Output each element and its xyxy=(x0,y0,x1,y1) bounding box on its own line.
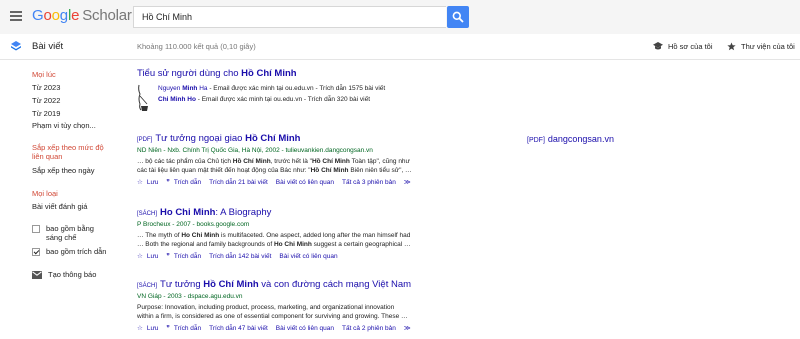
checkbox-checked xyxy=(32,248,40,256)
type-any[interactable]: Mọi loại xyxy=(32,189,58,198)
all-versions-link[interactable]: Tất cả 2 phiên bản xyxy=(342,325,396,332)
user-profiles-block: Tiểu sử người dùng cho Hồ Chí Minh Nguye… xyxy=(137,68,457,111)
cite-link[interactable]: Trích dẫn xyxy=(174,325,201,332)
result-meta: ND Niên - Nxb. Chính Trị Quốc Gia, Hà Nộ… xyxy=(137,147,373,154)
save-link[interactable]: Lưu xyxy=(147,179,159,186)
result-type-tag: [SÁCH] xyxy=(137,283,158,289)
profile-line-1: Nguyen Minh Ha - Email được xác minh tại… xyxy=(158,85,386,92)
profile-line-2: Chi Minh Ho - Email được xác minh tại ou… xyxy=(158,96,371,103)
more-chevron-icon[interactable]: ≫ xyxy=(404,324,411,332)
google-scholar-logo[interactable]: Google Scholar xyxy=(32,7,132,24)
result-snippet: … bộ các tác phẩm của Chủ tịch Hồ Chí Mi… xyxy=(137,158,412,174)
save-star-icon[interactable]: ☆ xyxy=(137,178,143,186)
type-review-articles[interactable]: Bài viết đánh giá xyxy=(32,202,87,211)
save-link[interactable]: Lưu xyxy=(147,253,159,260)
search-input[interactable] xyxy=(134,7,446,27)
related-articles-link[interactable]: Bài viết có liên quan xyxy=(279,253,337,260)
user-profiles-title[interactable]: Tiểu sử người dùng cho Hồ Chí Minh xyxy=(137,68,457,79)
sort-by-relevance[interactable]: Sắp xếp theo mức độ liên quan xyxy=(32,143,104,161)
save-star-icon[interactable]: ☆ xyxy=(137,252,143,260)
result-snippet: … The myth of Ho Chi Minh is multifacete… xyxy=(137,232,411,248)
include-citations-checkbox[interactable]: bao gồm trích dẫn xyxy=(32,247,106,256)
result-title-link[interactable]: [PDF] Tư tưởng ngoại giao Hồ Chí Minh xyxy=(137,133,457,144)
results-count: Khoảng 110.000 kết quả (0,10 giây) xyxy=(137,42,256,51)
filter-since-2023[interactable]: Từ 2023 xyxy=(32,83,60,92)
cite-link[interactable]: Trích dẫn xyxy=(174,253,201,260)
result-type-tag: [PDF] xyxy=(137,137,153,143)
menu-icon[interactable] xyxy=(10,11,22,21)
results-toolbar: Bài viết Khoảng 110.000 kết quả (0,10 gi… xyxy=(0,34,800,60)
save-star-icon[interactable]: ☆ xyxy=(137,324,143,332)
result-meta: VN Giáp - 2003 - dspace.agu.edu.vn xyxy=(137,293,243,300)
cite-link[interactable]: Trích dẫn xyxy=(174,179,201,186)
result-type-tag: [SÁCH] xyxy=(137,211,158,217)
filter-any-time[interactable]: Mọi lúc xyxy=(32,70,56,79)
graduation-cap-icon xyxy=(653,42,663,50)
cite-quote-icon[interactable]: ❞ xyxy=(166,252,170,260)
filter-since-2022[interactable]: Từ 2022 xyxy=(32,96,60,105)
filter-custom-range[interactable]: Phạm vi tùy chọn... xyxy=(32,121,96,130)
search-box xyxy=(133,6,446,28)
related-articles-link[interactable]: Bài viết có liên quan xyxy=(276,179,334,186)
cited-by-link[interactable]: Trích dẫn 142 bài viết xyxy=(209,253,271,260)
create-alert-link[interactable]: Tạo thông báo xyxy=(32,270,96,279)
my-profile-link[interactable]: Hồ sơ của tôi xyxy=(653,42,713,51)
cited-by-link[interactable]: Trích dẫn 21 bài viết xyxy=(209,179,268,186)
articles-label: Bài viết xyxy=(32,41,64,52)
cite-quote-icon[interactable]: ❞ xyxy=(166,178,170,186)
search-icon xyxy=(452,11,464,23)
all-versions-link[interactable]: Tất cả 3 phiên bản xyxy=(342,179,396,186)
result-actions: ☆ Lưu ❞ Trích dẫn Trích dẫn 142 bài viết… xyxy=(137,252,457,261)
result-title-link[interactable]: [SÁCH] Tư tưởng Hồ Chí Minh và con đường … xyxy=(137,279,457,290)
search-result: [SÁCH] Ho Chi Minh: A Biography P Brocheu… xyxy=(137,207,457,260)
articles-icon xyxy=(11,41,21,51)
result-meta: P Brocheux - 2007 - books.google.com xyxy=(137,221,250,228)
pdf-side-link[interactable]: [PDF] dangcongsan.vn xyxy=(527,134,614,144)
result-snippet: Purpose: Innovation, including product, … xyxy=(137,304,408,320)
save-link[interactable]: Lưu xyxy=(147,325,159,332)
filter-since-2019[interactable]: Từ 2019 xyxy=(32,109,60,118)
search-button[interactable] xyxy=(447,6,469,28)
related-articles-link[interactable]: Bài viết có liên quan xyxy=(276,325,334,332)
result-title-link[interactable]: [SÁCH] Ho Chi Minh: A Biography xyxy=(137,207,457,218)
cite-quote-icon[interactable]: ❞ xyxy=(166,324,170,332)
search-result: [PDF] Tư tưởng ngoại giao Hồ Chí Minh ND … xyxy=(137,133,457,186)
result-actions: ☆ Lưu ❞ Trích dẫn Trích dẫn 21 bài viết … xyxy=(137,178,457,187)
envelope-icon xyxy=(32,270,42,279)
profile-name-link[interactable]: Chi Minh Ho xyxy=(158,96,196,103)
profile-name-link[interactable]: Nguyen Minh Ha xyxy=(158,85,208,92)
star-icon xyxy=(727,42,736,51)
sort-by-date[interactable]: Sắp xếp theo ngày xyxy=(32,166,95,175)
top-bar: Google Scholar xyxy=(0,0,800,34)
include-patents-checkbox[interactable]: bao gồm bằng sáng chế xyxy=(32,224,94,242)
result-actions: ☆ Lưu ❞ Trích dẫn Trích dẫn 47 bài viết … xyxy=(137,324,457,333)
more-chevron-icon[interactable]: ≫ xyxy=(404,178,411,186)
search-result: [SÁCH] Tư tưởng Hồ Chí Minh và con đường … xyxy=(137,279,457,332)
checkbox-unchecked xyxy=(32,225,40,233)
my-library-link[interactable]: Thư viện của tôi xyxy=(727,42,795,51)
profile-placeholder-icon xyxy=(138,84,148,111)
cited-by-link[interactable]: Trích dẫn 47 bài viết xyxy=(209,325,268,332)
